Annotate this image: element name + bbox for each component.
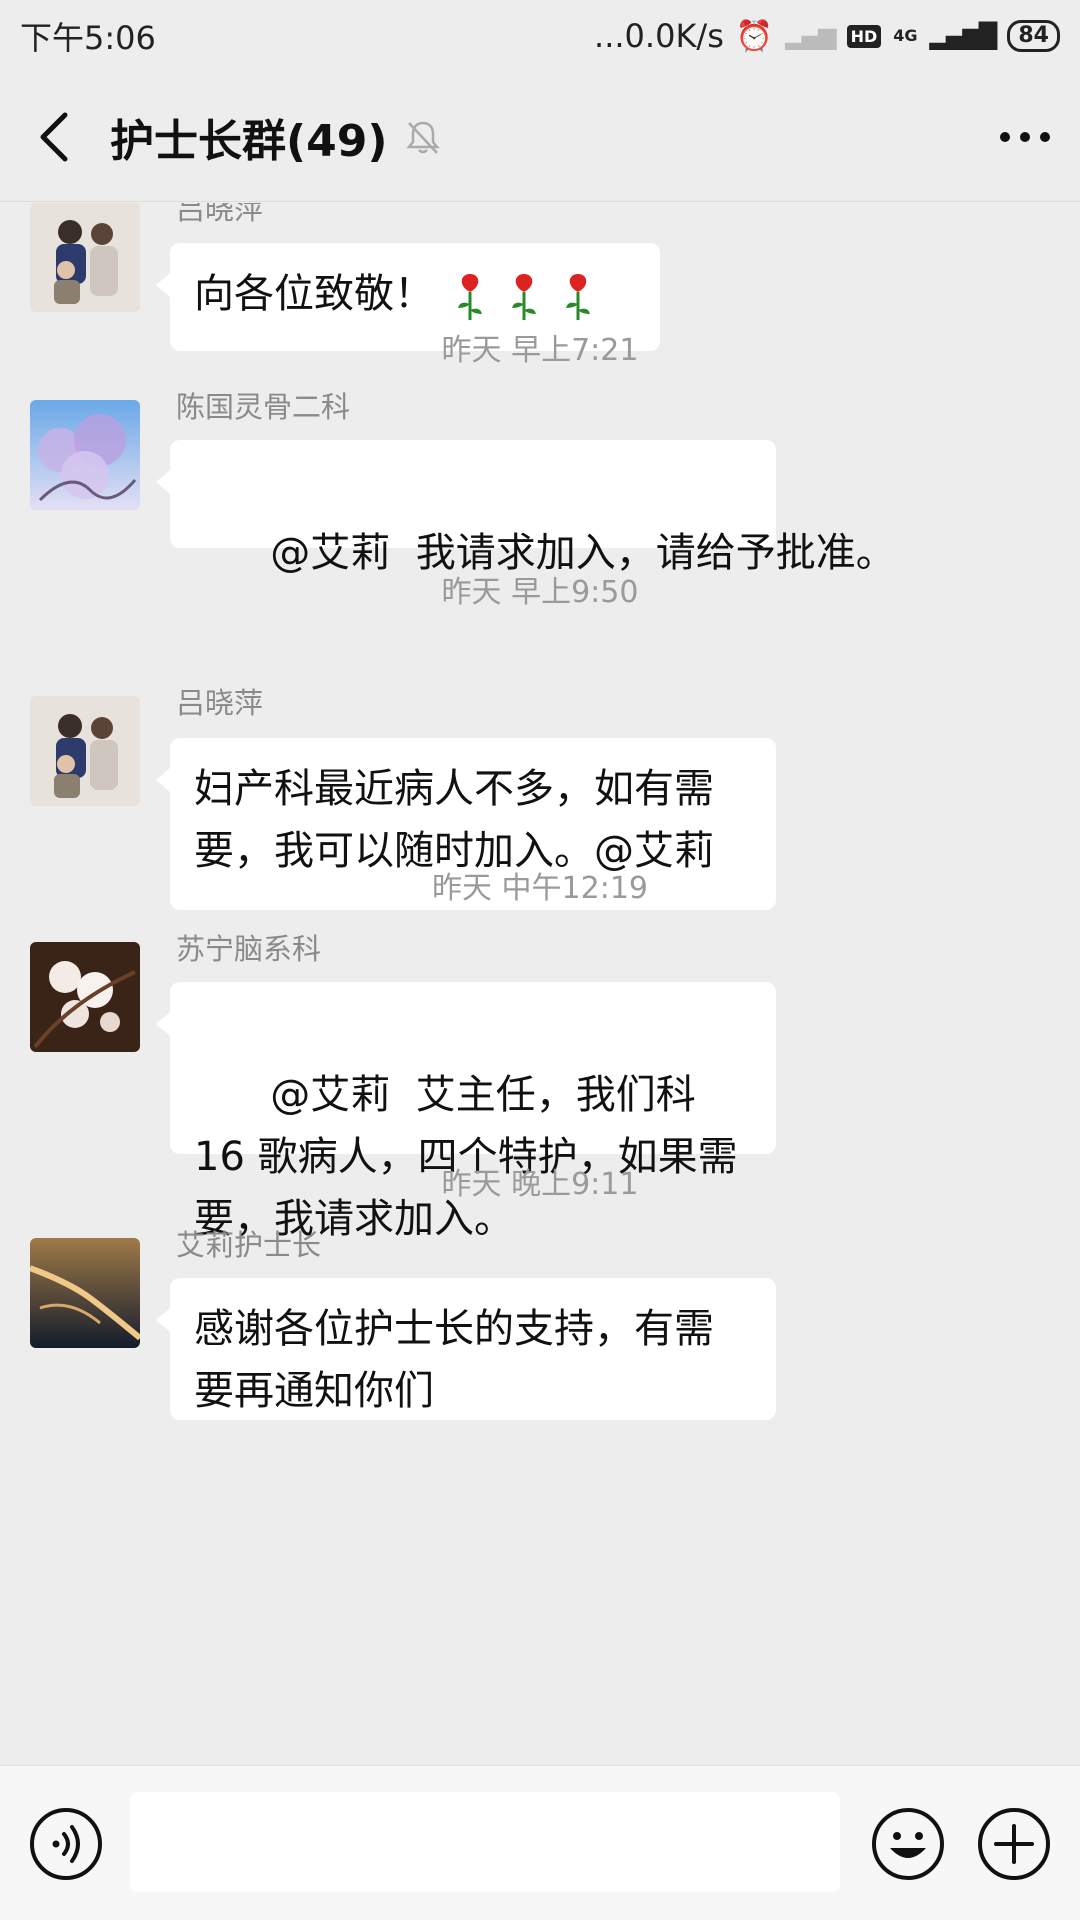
sender-name: 吕晓萍 — [176, 686, 264, 720]
timestamp: 昨天 早上7:21 — [441, 333, 639, 368]
mute-bell-icon — [406, 121, 441, 154]
wifi-off-signal-icon: ▂▄▆ — [785, 22, 836, 50]
back-button[interactable] — [0, 72, 110, 202]
signal-icon: ▂▄▆█ — [929, 22, 998, 50]
chat-title: 护士长群(49) — [110, 115, 388, 167]
sender-name: 苏宁脑系科 — [176, 932, 322, 966]
avatar[interactable] — [30, 696, 140, 806]
sender-name: 陈国灵骨二科 — [176, 390, 351, 424]
avatar[interactable] — [30, 400, 140, 510]
chevron-left-icon — [40, 112, 68, 161]
input-bar — [0, 1765, 1080, 1920]
avatar[interactable] — [30, 942, 140, 1052]
network-4g-label: 4G — [893, 26, 918, 45]
timestamp: 昨天 中午12:19 — [432, 871, 648, 906]
message-text: 向各位致敬！ — [194, 271, 434, 317]
status-icons: ...0.0K/s ⏰ ▂▄▆ HD 4G ▂▄▆█ 84 — [594, 17, 1060, 55]
rose-emoji-icon — [512, 274, 536, 320]
rose-emoji-icon — [566, 274, 590, 320]
message-bubble[interactable]: @艾莉 艾主任，我们科 16 歌病人，四个特护，如果需要，我请求加入。 — [156, 982, 776, 1242]
more-options-button[interactable] — [970, 72, 1080, 202]
alarm-icon: ⏰ — [735, 18, 774, 54]
voice-icon[interactable] — [28, 1806, 104, 1882]
sender-name: 吕晓萍 — [176, 203, 264, 226]
avatar[interactable] — [30, 1238, 140, 1348]
hd-badge: HD — [846, 24, 882, 48]
status-time: 下午5:06 — [20, 19, 156, 57]
chat-header: 护士长群(49) — [0, 72, 1080, 202]
plus-icon[interactable] — [976, 1806, 1052, 1882]
net-speed: ...0.0K/s — [594, 17, 724, 55]
more-dots-icon — [1000, 131, 1050, 142]
message-bubble[interactable]: @艾莉 我请求加入，请给予批准。 — [156, 440, 896, 576]
status-bar: 下午5:06 ...0.0K/s ⏰ ▂▄▆ HD 4G ▂▄▆█ 84 — [0, 0, 1080, 72]
message-input[interactable] — [130, 1792, 840, 1892]
message-text: 妇产科最近病人不多，如有需要，我可以随时加入。@艾莉 — [194, 766, 714, 874]
timestamp: 昨天 晚上9:11 — [441, 1167, 639, 1202]
battery-indicator: 84 — [1007, 20, 1060, 52]
timestamp: 昨天 早上9:50 — [441, 575, 639, 610]
chat-area[interactable]: 吕晓萍 向各位致敬！ 昨天 早上7:21 陈国灵骨二科 @艾莉 我请求加入，请给… — [0, 203, 1080, 1765]
sender-name: 艾莉护士长 — [176, 1228, 322, 1262]
rose-emoji-icon — [458, 274, 482, 320]
message-bubble[interactable]: 感谢各位护士长的支持，有需要再通知你们 — [156, 1278, 776, 1420]
emoji-icon[interactable] — [870, 1806, 946, 1882]
message-text: @艾莉 艾主任，我们科 16 歌病人，四个特护，如果需要，我请求加入。 — [194, 1072, 738, 1242]
avatar[interactable] — [30, 203, 140, 312]
message-text: 感谢各位护士长的支持，有需要再通知你们 — [194, 1306, 714, 1414]
